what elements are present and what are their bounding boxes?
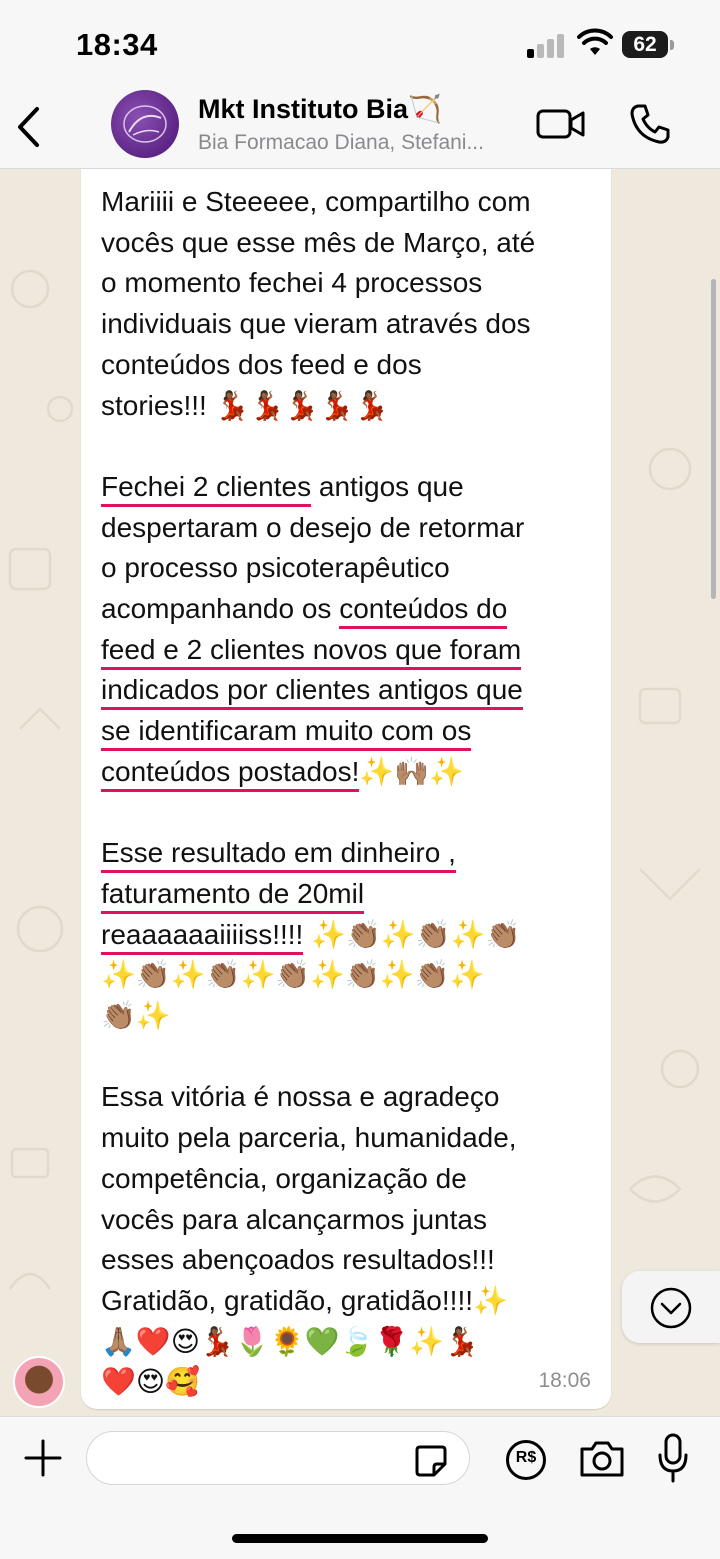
group-avatar[interactable] bbox=[111, 90, 179, 158]
chat-participants[interactable]: Bia Formacao Diana, Stefani... bbox=[198, 131, 484, 155]
message-timestamp: 18:06 bbox=[538, 1369, 591, 1392]
highlighted-text: feed e 2 clientes novos que foram bbox=[101, 633, 522, 670]
highlighted-text: Fechei 2 clientes bbox=[101, 470, 312, 507]
message-paragraph-1: Mariiii e Steeeee, compartilho com vocês… bbox=[101, 186, 536, 421]
message-text: Mariiii e Steeeee, compartilho com vocês… bbox=[101, 182, 601, 1403]
highlighted-text: reaaaaaaiiiiss!!!! bbox=[101, 918, 304, 955]
message-bubble[interactable]: Mariiii e Steeeee, compartilho com vocês… bbox=[81, 169, 611, 1409]
chevron-left-icon[interactable] bbox=[14, 104, 44, 150]
message-paragraph-4: Essa vitória é nossa e agradeço muito pe… bbox=[101, 1081, 517, 1398]
highlighted-text: conteúdos do bbox=[339, 593, 508, 630]
payment-icon[interactable]: R$ bbox=[505, 1439, 547, 1481]
sticker-icon[interactable] bbox=[414, 1444, 448, 1478]
sender-avatar[interactable] bbox=[13, 1356, 65, 1408]
logo-icon bbox=[123, 105, 167, 143]
chat-header: Mkt Instituto Bia🏹 Bia Formacao Diana, S… bbox=[0, 90, 720, 169]
highlighted-text: se identificaram muito com os bbox=[101, 715, 472, 752]
highlighted-text: faturamento de 20mil bbox=[101, 877, 365, 914]
highlighted-text: indicados por clientes antigos que bbox=[101, 674, 523, 711]
plus-icon[interactable] bbox=[22, 1437, 64, 1479]
status-bar: 18:34 62 bbox=[0, 0, 720, 90]
scroll-down-button[interactable] bbox=[622, 1271, 720, 1343]
battery-nub bbox=[670, 40, 674, 50]
payment-label: R$ bbox=[515, 1449, 537, 1466]
phone-icon[interactable] bbox=[628, 102, 672, 146]
signal-icon bbox=[527, 32, 567, 58]
message-input[interactable] bbox=[86, 1431, 470, 1485]
chevron-down-circle-icon bbox=[650, 1287, 692, 1329]
chat-area[interactable]: Mariiii e Steeeee, compartilho com vocês… bbox=[0, 169, 720, 1416]
microphone-icon[interactable] bbox=[656, 1433, 690, 1483]
battery-indicator: 62 bbox=[622, 31, 668, 58]
highlighted-text: Esse resultado em dinheiro , bbox=[101, 837, 456, 874]
status-time: 18:34 bbox=[76, 27, 158, 62]
home-indicator[interactable] bbox=[232, 1534, 488, 1543]
video-camera-icon[interactable] bbox=[536, 106, 586, 142]
scrollbar[interactable] bbox=[711, 279, 716, 599]
emoji-run: ✨🙌🏽✨ bbox=[359, 755, 465, 787]
chat-title[interactable]: Mkt Instituto Bia🏹 bbox=[198, 93, 442, 125]
highlighted-text: conteúdos postados! bbox=[101, 755, 360, 792]
wifi-icon bbox=[577, 28, 613, 55]
camera-icon[interactable] bbox=[578, 1439, 626, 1479]
